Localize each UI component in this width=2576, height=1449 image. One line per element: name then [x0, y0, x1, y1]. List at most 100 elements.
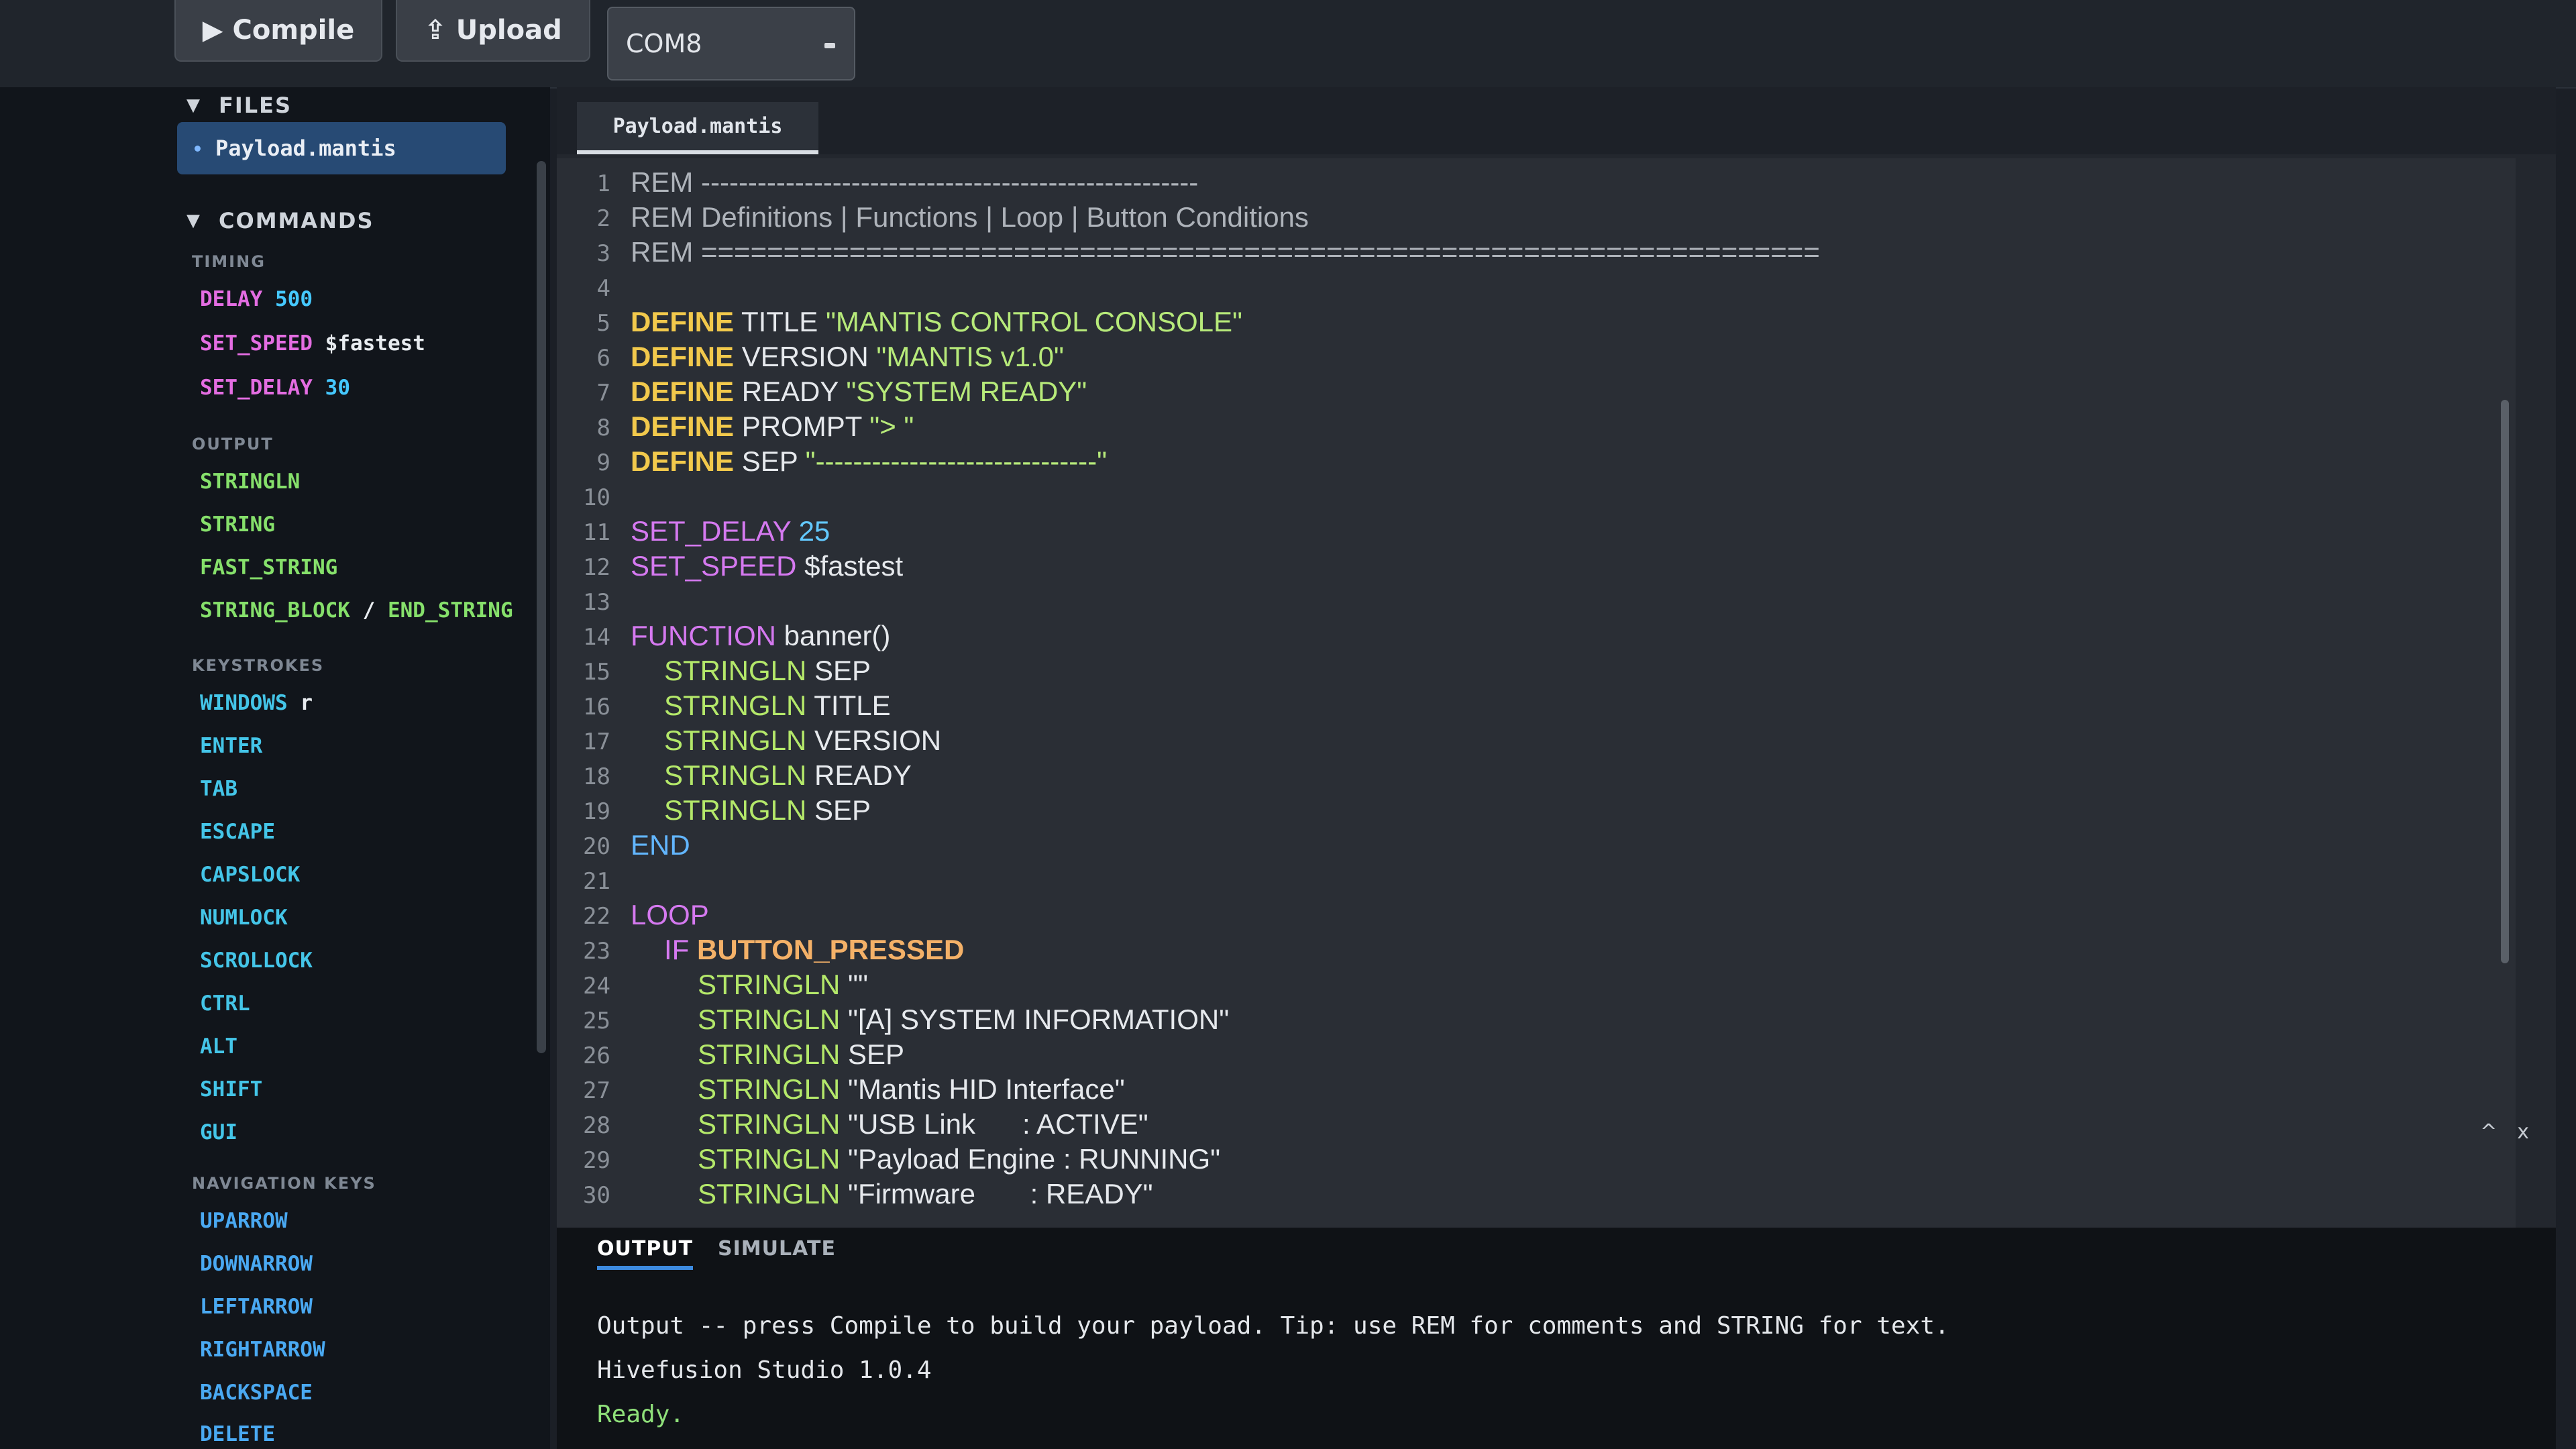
code-line-9: DEFINE SEP "----------------------------… — [631, 445, 1107, 478]
cmd-enter[interactable]: ENTER — [200, 734, 262, 758]
compile-button[interactable]: ▶ Compile — [174, 0, 382, 62]
line-number: 20 — [583, 833, 610, 860]
port-select[interactable]: COM8 — [607, 7, 855, 80]
sidebar-scrollbar[interactable] — [537, 161, 546, 1053]
line-number: 8 — [596, 415, 610, 441]
keyword: STRINGLN — [664, 794, 807, 826]
cmd-ctrl[interactable]: CTRL — [200, 991, 250, 1016]
line-number: 17 — [583, 729, 610, 755]
close-panel-icon[interactable]: x — [2517, 1120, 2529, 1144]
identifier: READY — [741, 376, 839, 407]
upload-button[interactable]: ⇪ Upload — [396, 0, 590, 62]
tab-simulate[interactable]: SIMULATE — [718, 1237, 836, 1260]
line-number: 24 — [583, 973, 610, 1000]
dropdown-icon — [824, 43, 835, 48]
group-navigation: NAVIGATION KEYS — [192, 1174, 376, 1193]
number-literal: 25 — [798, 515, 830, 547]
code-line-17: STRINGLN VERSION — [664, 724, 941, 757]
line-number: 10 — [583, 484, 610, 511]
cmd-string[interactable]: STRING — [200, 513, 275, 537]
keyword: STRINGLN — [698, 1004, 841, 1035]
cmd-leftarrow[interactable]: LEFTARROW — [200, 1295, 313, 1319]
cmd-escape[interactable]: ESCAPE — [200, 820, 275, 844]
compile-icon: ▶ — [202, 15, 223, 46]
keyword: SET_DELAY — [631, 515, 791, 547]
files-section-header[interactable]: ▼ FILES — [186, 93, 292, 118]
string-literal: "USB Link : ACTIVE" — [848, 1108, 1148, 1140]
identifier: SEP — [741, 445, 798, 477]
tab-payload[interactable]: Payload.mantis — [577, 102, 818, 154]
cmd-label: STRING_BLOCK — [200, 598, 350, 623]
cmd-arg: r — [300, 691, 313, 715]
cmd-tab[interactable]: TAB — [200, 777, 237, 801]
keyword: STRINGLN — [664, 759, 807, 791]
cmd-gui[interactable]: GUI — [200, 1120, 237, 1144]
keyword: FUNCTION — [631, 620, 776, 651]
keyword: STRINGLN — [698, 1073, 841, 1105]
output-line-1: Output -- press Compile to build your pa… — [597, 1312, 1949, 1340]
files-header-label: FILES — [219, 93, 292, 118]
upload-label: Upload — [455, 15, 562, 46]
code-line-20: END — [631, 829, 690, 861]
line-number: 6 — [596, 345, 610, 372]
collapse-panel-icon[interactable]: ^ — [2480, 1120, 2497, 1144]
cmd-rightarrow[interactable]: RIGHTARROW — [200, 1338, 325, 1362]
keyword: STRINGLN — [698, 1178, 841, 1210]
keyword: STRINGLN — [698, 1108, 841, 1140]
keyword-define: DEFINE — [631, 411, 735, 442]
code-area[interactable]: 1 2 3 4 5 6 7 8 9 10 11 12 13 14 15 16 1… — [557, 158, 2516, 1228]
cmd-windows[interactable]: WINDOWS r — [200, 691, 313, 715]
cmd-delete[interactable]: DELETE — [200, 1422, 275, 1446]
string-literal: "MANTIS v1.0" — [876, 341, 1064, 372]
tab-output[interactable]: OUTPUT — [597, 1237, 694, 1270]
line-number: 2 — [596, 205, 610, 232]
output-status: Ready. — [597, 1401, 685, 1428]
code-line-15: STRINGLN SEP — [664, 655, 871, 687]
keyword-define: DEFINE — [631, 306, 735, 337]
output-panel: OUTPUT SIMULATE Output -- press Compile … — [557, 1228, 2556, 1449]
code-line-18: STRINGLN READY — [664, 759, 912, 792]
line-number: 26 — [583, 1042, 610, 1069]
code-line-23: IF BUTTON_PRESSED — [664, 934, 964, 966]
code-line-29: STRINGLN "Payload Engine : RUNNING" — [698, 1143, 1220, 1175]
commands-header-label: COMMANDS — [219, 208, 374, 233]
commands-section-header[interactable]: ▼ COMMANDS — [186, 208, 374, 233]
line-number: 19 — [583, 798, 610, 825]
cmd-uparrow[interactable]: UPARROW — [200, 1209, 288, 1233]
keyword: SET_SPEED — [631, 550, 797, 582]
cmd-alt[interactable]: ALT — [200, 1034, 237, 1059]
keyword: STRINGLN — [698, 1038, 841, 1070]
cmd-numlock[interactable]: NUMLOCK — [200, 906, 288, 930]
code-line-22: LOOP — [631, 899, 709, 930]
cmd-stringln[interactable]: STRINGLN — [200, 470, 300, 494]
keyword-define: DEFINE — [631, 341, 735, 372]
string-literal: "" — [848, 969, 868, 1000]
file-item-payload[interactable]: Payload.mantis — [177, 122, 506, 174]
editor-scrollbar[interactable] — [2501, 400, 2509, 963]
cmd-backspace[interactable]: BACKSPACE — [200, 1381, 313, 1405]
keyword: STRINGLN — [664, 724, 807, 756]
string-literal: "Firmware : READY" — [848, 1178, 1153, 1210]
identifier: TITLE — [814, 690, 891, 721]
cmd-scrollock[interactable]: SCROLLOCK — [200, 949, 313, 973]
identifier: VERSION — [741, 341, 869, 372]
function-name: banner() — [784, 620, 891, 651]
identifier: SEP — [848, 1038, 905, 1070]
code-line-16: STRINGLN TITLE — [664, 690, 891, 722]
line-number: 22 — [583, 903, 610, 930]
cmd-label: SET_SPEED — [200, 331, 313, 356]
keyword: STRINGLN — [664, 655, 807, 686]
cmd-set-delay[interactable]: SET_DELAY 30 — [200, 376, 350, 400]
port-value: COM8 — [626, 29, 702, 58]
cmd-delay[interactable]: DELAY 500 — [200, 287, 313, 311]
cmd-capslock[interactable]: CAPSLOCK — [200, 863, 300, 887]
code-line-19: STRINGLN SEP — [664, 794, 871, 826]
identifier: VERSION — [814, 724, 942, 756]
cmd-label: DELAY — [200, 287, 263, 311]
cmd-downarrow[interactable]: DOWNARROW — [200, 1252, 313, 1276]
cmd-shift[interactable]: SHIFT — [200, 1077, 262, 1102]
cmd-string-block[interactable]: STRING_BLOCK / END_STRING — [200, 598, 513, 623]
cmd-label: WINDOWS — [200, 691, 288, 715]
cmd-fast-string[interactable]: FAST_STRING — [200, 555, 337, 580]
cmd-set-speed[interactable]: SET_SPEED $fastest — [200, 331, 425, 356]
